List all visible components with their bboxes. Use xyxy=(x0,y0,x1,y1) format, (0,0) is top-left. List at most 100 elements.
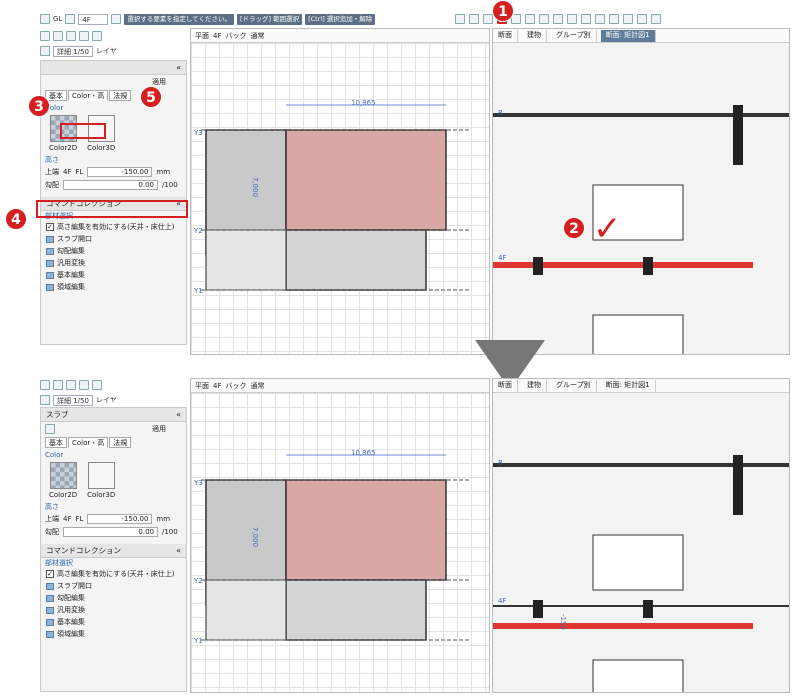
floor-down-icon[interactable] xyxy=(65,14,76,24)
tab-regulation[interactable]: 法規 xyxy=(109,90,132,101)
member-select-label: 部材選択 xyxy=(45,559,73,567)
plan-back[interactable]: バック xyxy=(225,381,246,391)
grid-y1: Y1 xyxy=(194,637,203,645)
pick-icon[interactable] xyxy=(45,423,55,434)
top-plan-view[interactable]: 平面 4F バック 通常 10,865 7,000 Y3 Y2 Y1 xyxy=(190,28,490,355)
plan-mode[interactable]: 通常 xyxy=(250,31,264,41)
cmd-basic-edit[interactable]: 基本編集 xyxy=(41,616,186,628)
section-tab-3[interactable]: 断面: 矩計図1 xyxy=(600,29,656,42)
cancel-icon[interactable] xyxy=(53,380,63,390)
tool-icon-d[interactable] xyxy=(553,14,563,24)
plan-back[interactable]: バック xyxy=(225,31,246,41)
color3d-swatch[interactable] xyxy=(87,462,115,489)
section-tab-2[interactable]: グループ別 xyxy=(551,29,597,42)
height-edit-check[interactable]: ✓ 高さ編集を有効にする(天井・床仕上) xyxy=(41,221,186,233)
split-icon[interactable] xyxy=(469,14,479,24)
cmd-convert[interactable]: 汎用変換 xyxy=(41,257,186,269)
redo-icon[interactable] xyxy=(581,14,591,24)
detail-select[interactable]: 詳細 1/50 xyxy=(53,45,93,57)
hatch-icon[interactable] xyxy=(92,31,102,41)
upper-value-field[interactable]: -150.00 xyxy=(87,166,153,177)
grid-icon[interactable] xyxy=(651,14,661,24)
height-edit-check[interactable]: ✓ 高さ編集を有効にする(天井・床仕上) xyxy=(41,568,186,580)
height-edit-label: 高さ編集を有効にする(天井・床仕上) xyxy=(57,223,175,231)
checkbox-icon[interactable]: ✓ xyxy=(46,223,54,231)
top-section-view[interactable]: 断面 建物 グループ別 断面: 矩計図1 R 4F ✓ xyxy=(492,28,790,355)
bottom-plan-view[interactable]: 平面 4F バック 通常 10,865 7,000 Y3 Y2 Y1 xyxy=(190,378,490,693)
home-icon[interactable] xyxy=(111,14,122,24)
cmd-label: 汎用変換 xyxy=(57,606,85,614)
select-icon[interactable] xyxy=(40,380,50,390)
layer-button[interactable]: レイヤ xyxy=(96,395,117,405)
upper-floor[interactable]: 4F xyxy=(63,515,71,523)
plan-floor[interactable]: 4F xyxy=(213,32,221,40)
plan-floor[interactable]: 4F xyxy=(213,382,221,390)
tab-color-height[interactable]: Color・高 xyxy=(68,437,109,448)
line-icon[interactable] xyxy=(79,31,89,41)
section-tab-0[interactable]: 断面 xyxy=(493,379,518,392)
checkbox-icon[interactable]: ✓ xyxy=(46,570,54,578)
layer-button[interactable]: レイヤ xyxy=(96,46,117,56)
cmd-slope-edit[interactable]: 勾配編集 xyxy=(41,245,186,257)
paint-icon[interactable] xyxy=(609,14,619,24)
top-panel-tabs: 基本 Color・高 法規 xyxy=(41,88,186,101)
slope-unit: /100 xyxy=(162,180,178,189)
color3d-label: Color3D xyxy=(87,144,116,152)
color2d-label: Color2D xyxy=(49,491,78,499)
floor-select[interactable]: 4F xyxy=(78,13,109,25)
copy-icon[interactable] xyxy=(637,14,647,24)
section-tab-0[interactable]: 断面 xyxy=(493,29,518,42)
upper-ref[interactable]: FL xyxy=(75,168,83,176)
grid-y2: Y2 xyxy=(194,577,203,585)
section-tab-3[interactable]: 断面: 矩計図1 xyxy=(601,379,656,392)
section-tab-2[interactable]: グループ別 xyxy=(551,379,597,392)
collapse-icon[interactable]: « xyxy=(176,408,181,422)
apply-button[interactable]: 適用 xyxy=(152,424,166,434)
color2d-label: Color2D xyxy=(49,144,78,152)
slab-gray-bottom xyxy=(285,579,427,641)
window-icon[interactable] xyxy=(455,14,465,24)
tool-icon-c[interactable] xyxy=(539,14,549,24)
cmd-label: スラブ開口 xyxy=(57,582,92,590)
hatch-icon[interactable] xyxy=(92,380,102,390)
height-highlight xyxy=(36,200,188,218)
section-tab-1[interactable]: 建物 xyxy=(522,379,547,392)
zoom-icon[interactable] xyxy=(66,380,76,390)
palette-icon[interactable] xyxy=(40,395,50,405)
plan-mode[interactable]: 通常 xyxy=(250,381,264,391)
cmd-slope-edit[interactable]: 勾配編集 xyxy=(41,592,186,604)
zoom-icon[interactable] xyxy=(66,31,76,41)
undo-icon[interactable] xyxy=(567,14,577,24)
slope-field[interactable]: 0.00 xyxy=(63,526,158,537)
cmd-slab-opening[interactable]: スラブ開口 xyxy=(41,233,186,245)
cmd-basic-edit[interactable]: 基本編集 xyxy=(41,269,186,281)
cmd-slab-opening[interactable]: スラブ開口 xyxy=(41,580,186,592)
section-tab-1[interactable]: 建物 xyxy=(522,29,547,42)
palette-icon[interactable] xyxy=(40,46,50,56)
tab-basic[interactable]: 基本 xyxy=(45,437,67,448)
upper-value-field[interactable]: -150.00 xyxy=(87,513,153,524)
cmd-convert[interactable]: 汎用変換 xyxy=(41,604,186,616)
cancel-icon[interactable] xyxy=(53,31,63,41)
upper-ref[interactable]: FL xyxy=(75,515,83,523)
upper-floor[interactable]: 4F xyxy=(63,168,71,176)
slope-field[interactable]: 0.00 xyxy=(63,179,158,190)
view-icon[interactable] xyxy=(40,14,50,24)
collapse-icon[interactable]: « xyxy=(176,61,181,75)
chevron-up-icon[interactable]: « xyxy=(176,544,181,558)
cmd-area-edit[interactable]: 領域編集 xyxy=(41,628,186,640)
bottom-section-view[interactable]: 断面 建物 グループ別 断面: 矩計図1 R 4F -150 xyxy=(492,378,790,693)
line-icon[interactable] xyxy=(79,380,89,390)
move-icon[interactable] xyxy=(623,14,633,24)
bulb-icon[interactable] xyxy=(595,14,605,24)
select-icon[interactable] xyxy=(40,31,50,41)
tab-regulation[interactable]: 法規 xyxy=(109,437,132,448)
height-edit-label: 高さ編集を有効にする(天井・床仕上) xyxy=(57,570,175,578)
cmd-area-edit[interactable]: 領域編集 xyxy=(41,281,186,293)
section-icon[interactable] xyxy=(483,14,493,24)
tool-icon-b[interactable] xyxy=(525,14,535,24)
detail-select[interactable]: 詳細 1/50 xyxy=(53,394,93,406)
apply-button[interactable]: 適用 xyxy=(152,77,166,87)
color2d-swatch[interactable] xyxy=(49,462,77,489)
tab-color-height[interactable]: Color・高 xyxy=(68,90,109,101)
